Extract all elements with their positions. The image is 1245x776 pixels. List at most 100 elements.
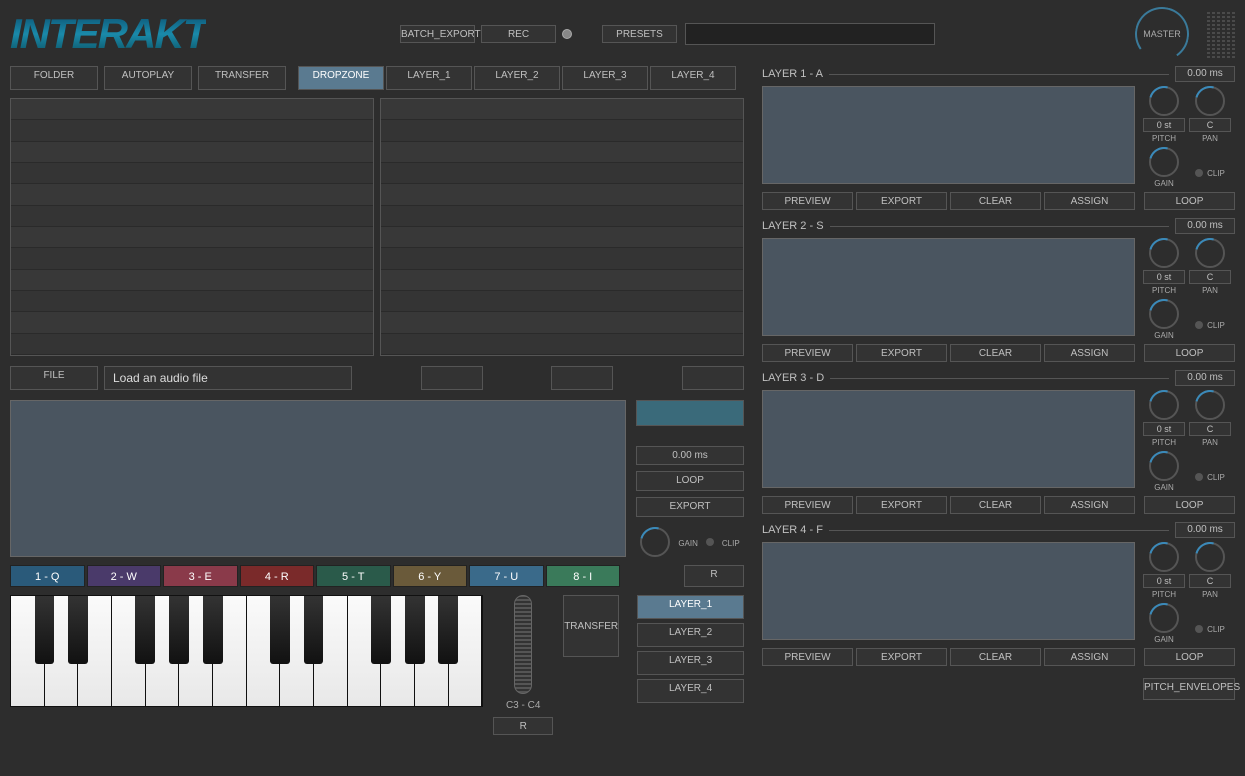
layer-panel-1: LAYER 1 - A 0.00 ms 0 st PITCH C PAN bbox=[762, 66, 1235, 210]
tab-layer4[interactable]: LAYER_4 bbox=[650, 66, 736, 90]
piano-keyboard[interactable] bbox=[10, 595, 483, 707]
keymap-2[interactable]: 2 - W bbox=[87, 565, 162, 587]
layer-select-4[interactable]: LAYER_4 bbox=[637, 679, 744, 703]
pan-knob[interactable] bbox=[1195, 86, 1225, 116]
tab-layer3[interactable]: LAYER_3 bbox=[562, 66, 648, 90]
export-button[interactable]: EXPORT bbox=[856, 192, 947, 210]
preview-button[interactable]: PREVIEW bbox=[762, 344, 853, 362]
layer-ms: 0.00 ms bbox=[1175, 218, 1235, 234]
clip-led bbox=[1195, 321, 1203, 329]
layer-title: LAYER 3 - D bbox=[762, 372, 824, 384]
wave-gain-knob[interactable] bbox=[640, 527, 670, 557]
file-meta-1 bbox=[421, 366, 483, 390]
tab-dropzone[interactable]: DROPZONE bbox=[298, 66, 384, 90]
clear-button[interactable]: CLEAR bbox=[950, 648, 1041, 666]
pan-knob[interactable] bbox=[1195, 390, 1225, 420]
loop-button[interactable]: LOOP bbox=[1144, 344, 1235, 362]
export-button[interactable]: EXPORT bbox=[856, 344, 947, 362]
rec-button[interactable]: REC bbox=[481, 25, 556, 43]
preview-button[interactable]: PREVIEW bbox=[762, 648, 853, 666]
file-path-display: Load an audio file bbox=[104, 366, 352, 390]
app-logo: INTERAKT bbox=[10, 10, 206, 58]
layer-select-2[interactable]: LAYER_2 bbox=[637, 623, 744, 647]
clip-led bbox=[1195, 169, 1203, 177]
transfer-dropzone[interactable]: TRANSFER bbox=[563, 595, 619, 657]
clip-led bbox=[1195, 625, 1203, 633]
keymap-5[interactable]: 5 - T bbox=[316, 565, 391, 587]
pan-knob[interactable] bbox=[1195, 238, 1225, 268]
autoplay-button[interactable]: AUTOPLAY bbox=[104, 66, 192, 90]
layer-panel-4: LAYER 4 - F 0.00 ms 0 st PITCH C PAN bbox=[762, 522, 1235, 666]
wave-overview[interactable] bbox=[636, 400, 744, 426]
layer-ms: 0.00 ms bbox=[1175, 370, 1235, 386]
pitch-knob[interactable] bbox=[1149, 542, 1179, 572]
file-list-right[interactable] bbox=[380, 98, 744, 356]
wave-loop-button[interactable]: LOOP bbox=[636, 471, 744, 491]
gain-knob[interactable] bbox=[1149, 451, 1179, 481]
pitch-knob[interactable] bbox=[1149, 390, 1179, 420]
master-knob[interactable]: MASTER bbox=[1135, 7, 1189, 61]
export-button[interactable]: EXPORT bbox=[856, 496, 947, 514]
octave-label: C3 - C4 bbox=[493, 700, 553, 711]
keymap-4[interactable]: 4 - R bbox=[240, 565, 315, 587]
batch-export-button[interactable]: BATCH_EXPORT bbox=[400, 25, 475, 43]
pitch-knob[interactable] bbox=[1149, 86, 1179, 116]
keymap-7[interactable]: 7 - U bbox=[469, 565, 544, 587]
pitch-envelopes-button[interactable]: PITCH_ENVELOPES bbox=[1143, 678, 1235, 700]
clear-button[interactable]: CLEAR bbox=[950, 192, 1041, 210]
transfer-button[interactable]: TRANSFER bbox=[198, 66, 286, 90]
presets-display[interactable] bbox=[685, 23, 935, 45]
layer-ms: 0.00 ms bbox=[1175, 522, 1235, 538]
keymap-3[interactable]: 3 - E bbox=[163, 565, 238, 587]
file-meta-3 bbox=[682, 366, 744, 390]
assign-button[interactable]: ASSIGN bbox=[1044, 496, 1135, 514]
clear-button[interactable]: CLEAR bbox=[950, 496, 1041, 514]
tab-layer1[interactable]: LAYER_1 bbox=[386, 66, 472, 90]
r-button-bottom[interactable]: R bbox=[493, 717, 553, 735]
layer-ms: 0.00 ms bbox=[1175, 66, 1235, 82]
wave-export-button[interactable]: EXPORT bbox=[636, 497, 744, 517]
assign-button[interactable]: ASSIGN bbox=[1044, 344, 1135, 362]
preview-button[interactable]: PREVIEW bbox=[762, 192, 853, 210]
loop-button[interactable]: LOOP bbox=[1144, 496, 1235, 514]
preview-button[interactable]: PREVIEW bbox=[762, 496, 853, 514]
layer-select-1[interactable]: LAYER_1 bbox=[637, 595, 744, 619]
assign-button[interactable]: ASSIGN bbox=[1044, 648, 1135, 666]
layer-waveform[interactable] bbox=[762, 542, 1135, 640]
file-meta-2 bbox=[551, 366, 613, 390]
wave-clip-led bbox=[706, 538, 714, 546]
loop-button[interactable]: LOOP bbox=[1144, 648, 1235, 666]
layer-waveform[interactable] bbox=[762, 86, 1135, 184]
pitch-wheel[interactable] bbox=[514, 595, 532, 694]
loop-button[interactable]: LOOP bbox=[1144, 192, 1235, 210]
gain-knob[interactable] bbox=[1149, 299, 1179, 329]
layer-title: LAYER 2 - S bbox=[762, 220, 824, 232]
layer-select-3[interactable]: LAYER_3 bbox=[637, 651, 744, 675]
assign-button[interactable]: ASSIGN bbox=[1044, 192, 1135, 210]
gain-knob[interactable] bbox=[1149, 147, 1179, 177]
gain-knob[interactable] bbox=[1149, 603, 1179, 633]
layer-panel-2: LAYER 2 - S 0.00 ms 0 st PITCH C PAN bbox=[762, 218, 1235, 362]
export-button[interactable]: EXPORT bbox=[856, 648, 947, 666]
layer-panel-3: LAYER 3 - D 0.00 ms 0 st PITCH C PAN bbox=[762, 370, 1235, 514]
keymap-6[interactable]: 6 - Y bbox=[393, 565, 468, 587]
folder-button[interactable]: FOLDER bbox=[10, 66, 98, 90]
layer-title: LAYER 4 - F bbox=[762, 524, 823, 536]
keymap-1[interactable]: 1 - Q bbox=[10, 565, 85, 587]
waveform-display[interactable] bbox=[10, 400, 626, 557]
tab-layer2[interactable]: LAYER_2 bbox=[474, 66, 560, 90]
file-list-left[interactable] bbox=[10, 98, 374, 356]
clear-button[interactable]: CLEAR bbox=[950, 344, 1041, 362]
r-button-top[interactable]: R bbox=[684, 565, 744, 587]
pitch-knob[interactable] bbox=[1149, 238, 1179, 268]
pan-knob[interactable] bbox=[1195, 542, 1225, 572]
output-meter bbox=[1207, 10, 1235, 58]
layer-waveform[interactable] bbox=[762, 390, 1135, 488]
layer-title: LAYER 1 - A bbox=[762, 68, 823, 80]
clip-led bbox=[1195, 473, 1203, 481]
keymap-8[interactable]: 8 - I bbox=[546, 565, 621, 587]
rec-led bbox=[562, 29, 572, 39]
presets-button[interactable]: PRESETS bbox=[602, 25, 677, 43]
file-button[interactable]: FILE bbox=[10, 366, 98, 390]
layer-waveform[interactable] bbox=[762, 238, 1135, 336]
